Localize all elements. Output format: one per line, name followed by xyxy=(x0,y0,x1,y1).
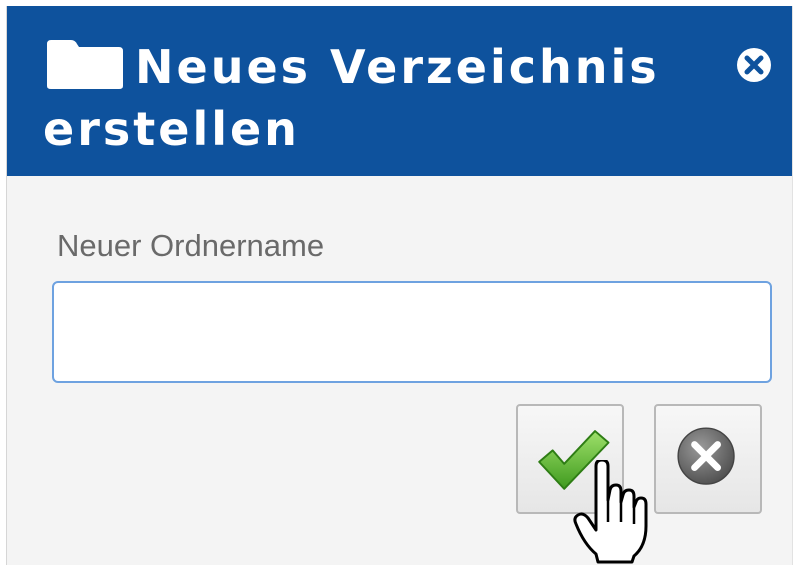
confirm-button[interactable] xyxy=(516,404,624,514)
close-icon xyxy=(737,48,771,82)
dialog-titlebar: Neues Verzeichnis erstellen xyxy=(7,6,792,176)
dialog-title: Neues Verzeichnis erstellen xyxy=(43,40,660,156)
cancel-button[interactable] xyxy=(654,404,762,514)
create-folder-dialog: Neues Verzeichnis erstellen Neuer Ordner… xyxy=(6,6,793,565)
folder-name-label: Neuer Ordnername xyxy=(57,228,325,263)
cancel-icon xyxy=(677,427,735,485)
checkmark-icon xyxy=(538,430,610,490)
close-button[interactable] xyxy=(735,46,773,84)
folder-name-input[interactable] xyxy=(52,281,772,383)
